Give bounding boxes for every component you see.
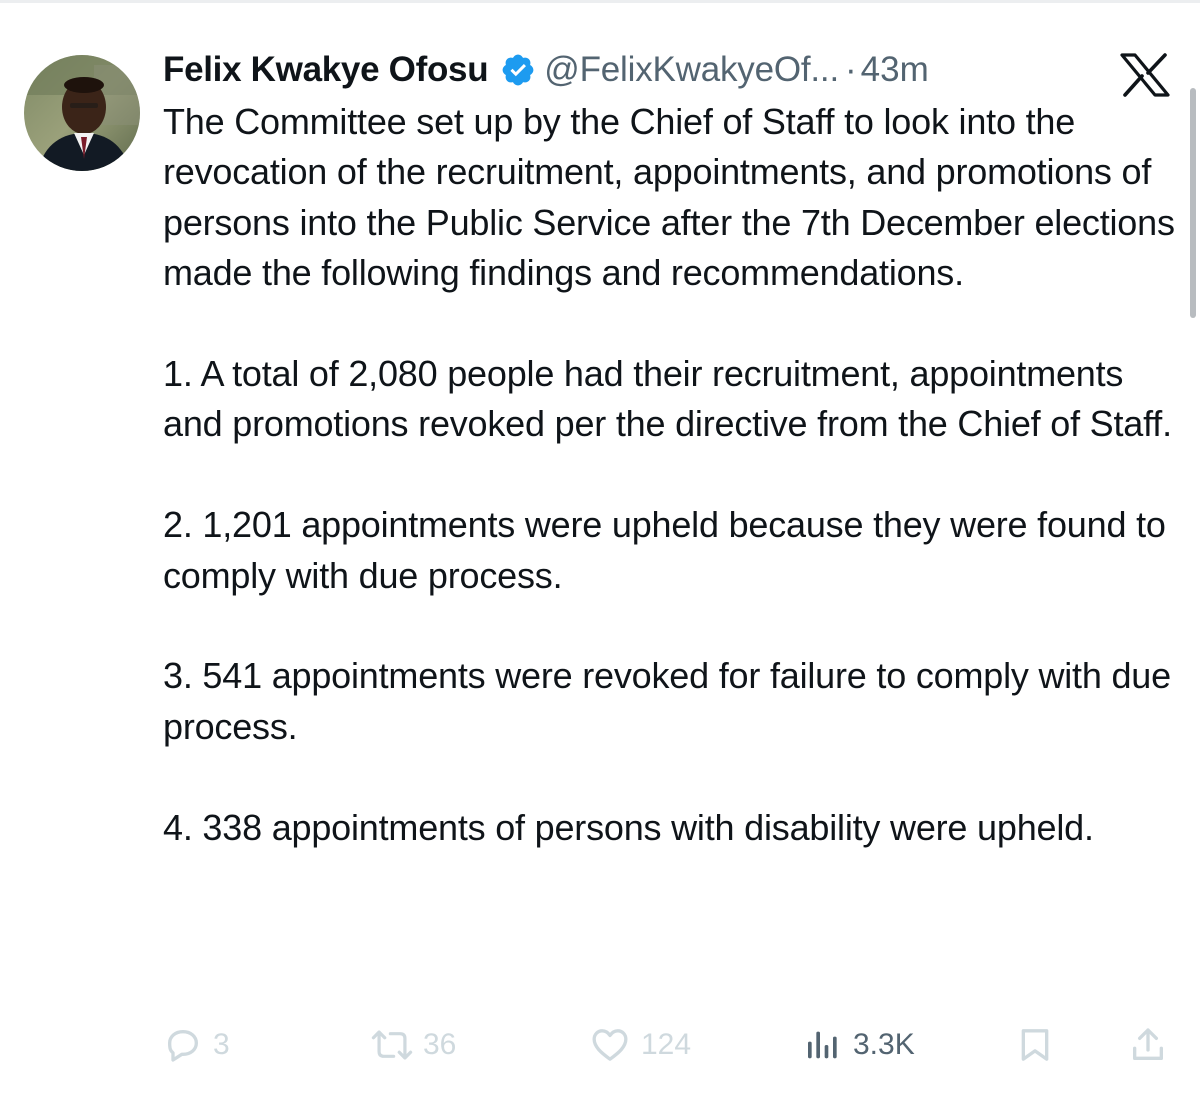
tweet-body: The Committee set up by the Chief of Sta… xyxy=(163,97,1183,853)
bookmark-icon xyxy=(1015,1025,1055,1065)
tweet-paragraph: 3. 541 appointments were revoked for fai… xyxy=(163,655,1171,747)
like-button[interactable]: 124 xyxy=(589,1020,691,1070)
top-divider xyxy=(0,0,1200,3)
retweet-button[interactable]: 36 xyxy=(371,1020,456,1070)
tweet-paragraph: The Committee set up by the Chief of Sta… xyxy=(163,101,1175,294)
tweet-paragraph: 2. 1,201 appointments were upheld becaus… xyxy=(163,504,1166,596)
timestamp[interactable]: 43m xyxy=(861,50,929,90)
x-logo-icon[interactable] xyxy=(1118,52,1172,98)
reply-icon xyxy=(163,1025,203,1065)
separator-dot: · xyxy=(844,50,857,89)
author-name[interactable]: Felix Kwakye Ofosu xyxy=(163,50,489,90)
views-button[interactable]: 3.3K xyxy=(803,1020,915,1070)
avatar[interactable] xyxy=(24,55,140,171)
tweet-paragraph: 1. A total of 2,080 people had their rec… xyxy=(163,353,1172,445)
tweet-paragraph: 4. 338 appointments of persons with disa… xyxy=(163,806,1094,848)
author-handle[interactable]: @FelixKwakyeOf... xyxy=(544,50,839,90)
share-button[interactable] xyxy=(1128,1020,1168,1070)
verified-badge-icon xyxy=(500,52,536,88)
scrollbar[interactable] xyxy=(1190,88,1196,318)
reply-button[interactable]: 3 xyxy=(163,1020,230,1070)
bookmark-button[interactable] xyxy=(1015,1020,1055,1070)
like-count: 124 xyxy=(641,1028,692,1061)
tweet-actions: 3 36 124 3.3K xyxy=(163,1020,1173,1070)
tweet-header: Felix Kwakye Ofosu @FelixKwakyeOf... · 4… xyxy=(163,48,929,92)
retweet-icon xyxy=(371,1025,413,1065)
retweet-count: 36 xyxy=(423,1028,457,1061)
share-icon xyxy=(1128,1025,1168,1065)
reply-count: 3 xyxy=(213,1028,230,1061)
views-count: 3.3K xyxy=(853,1028,915,1061)
heart-icon xyxy=(589,1025,631,1065)
views-icon xyxy=(803,1025,843,1065)
